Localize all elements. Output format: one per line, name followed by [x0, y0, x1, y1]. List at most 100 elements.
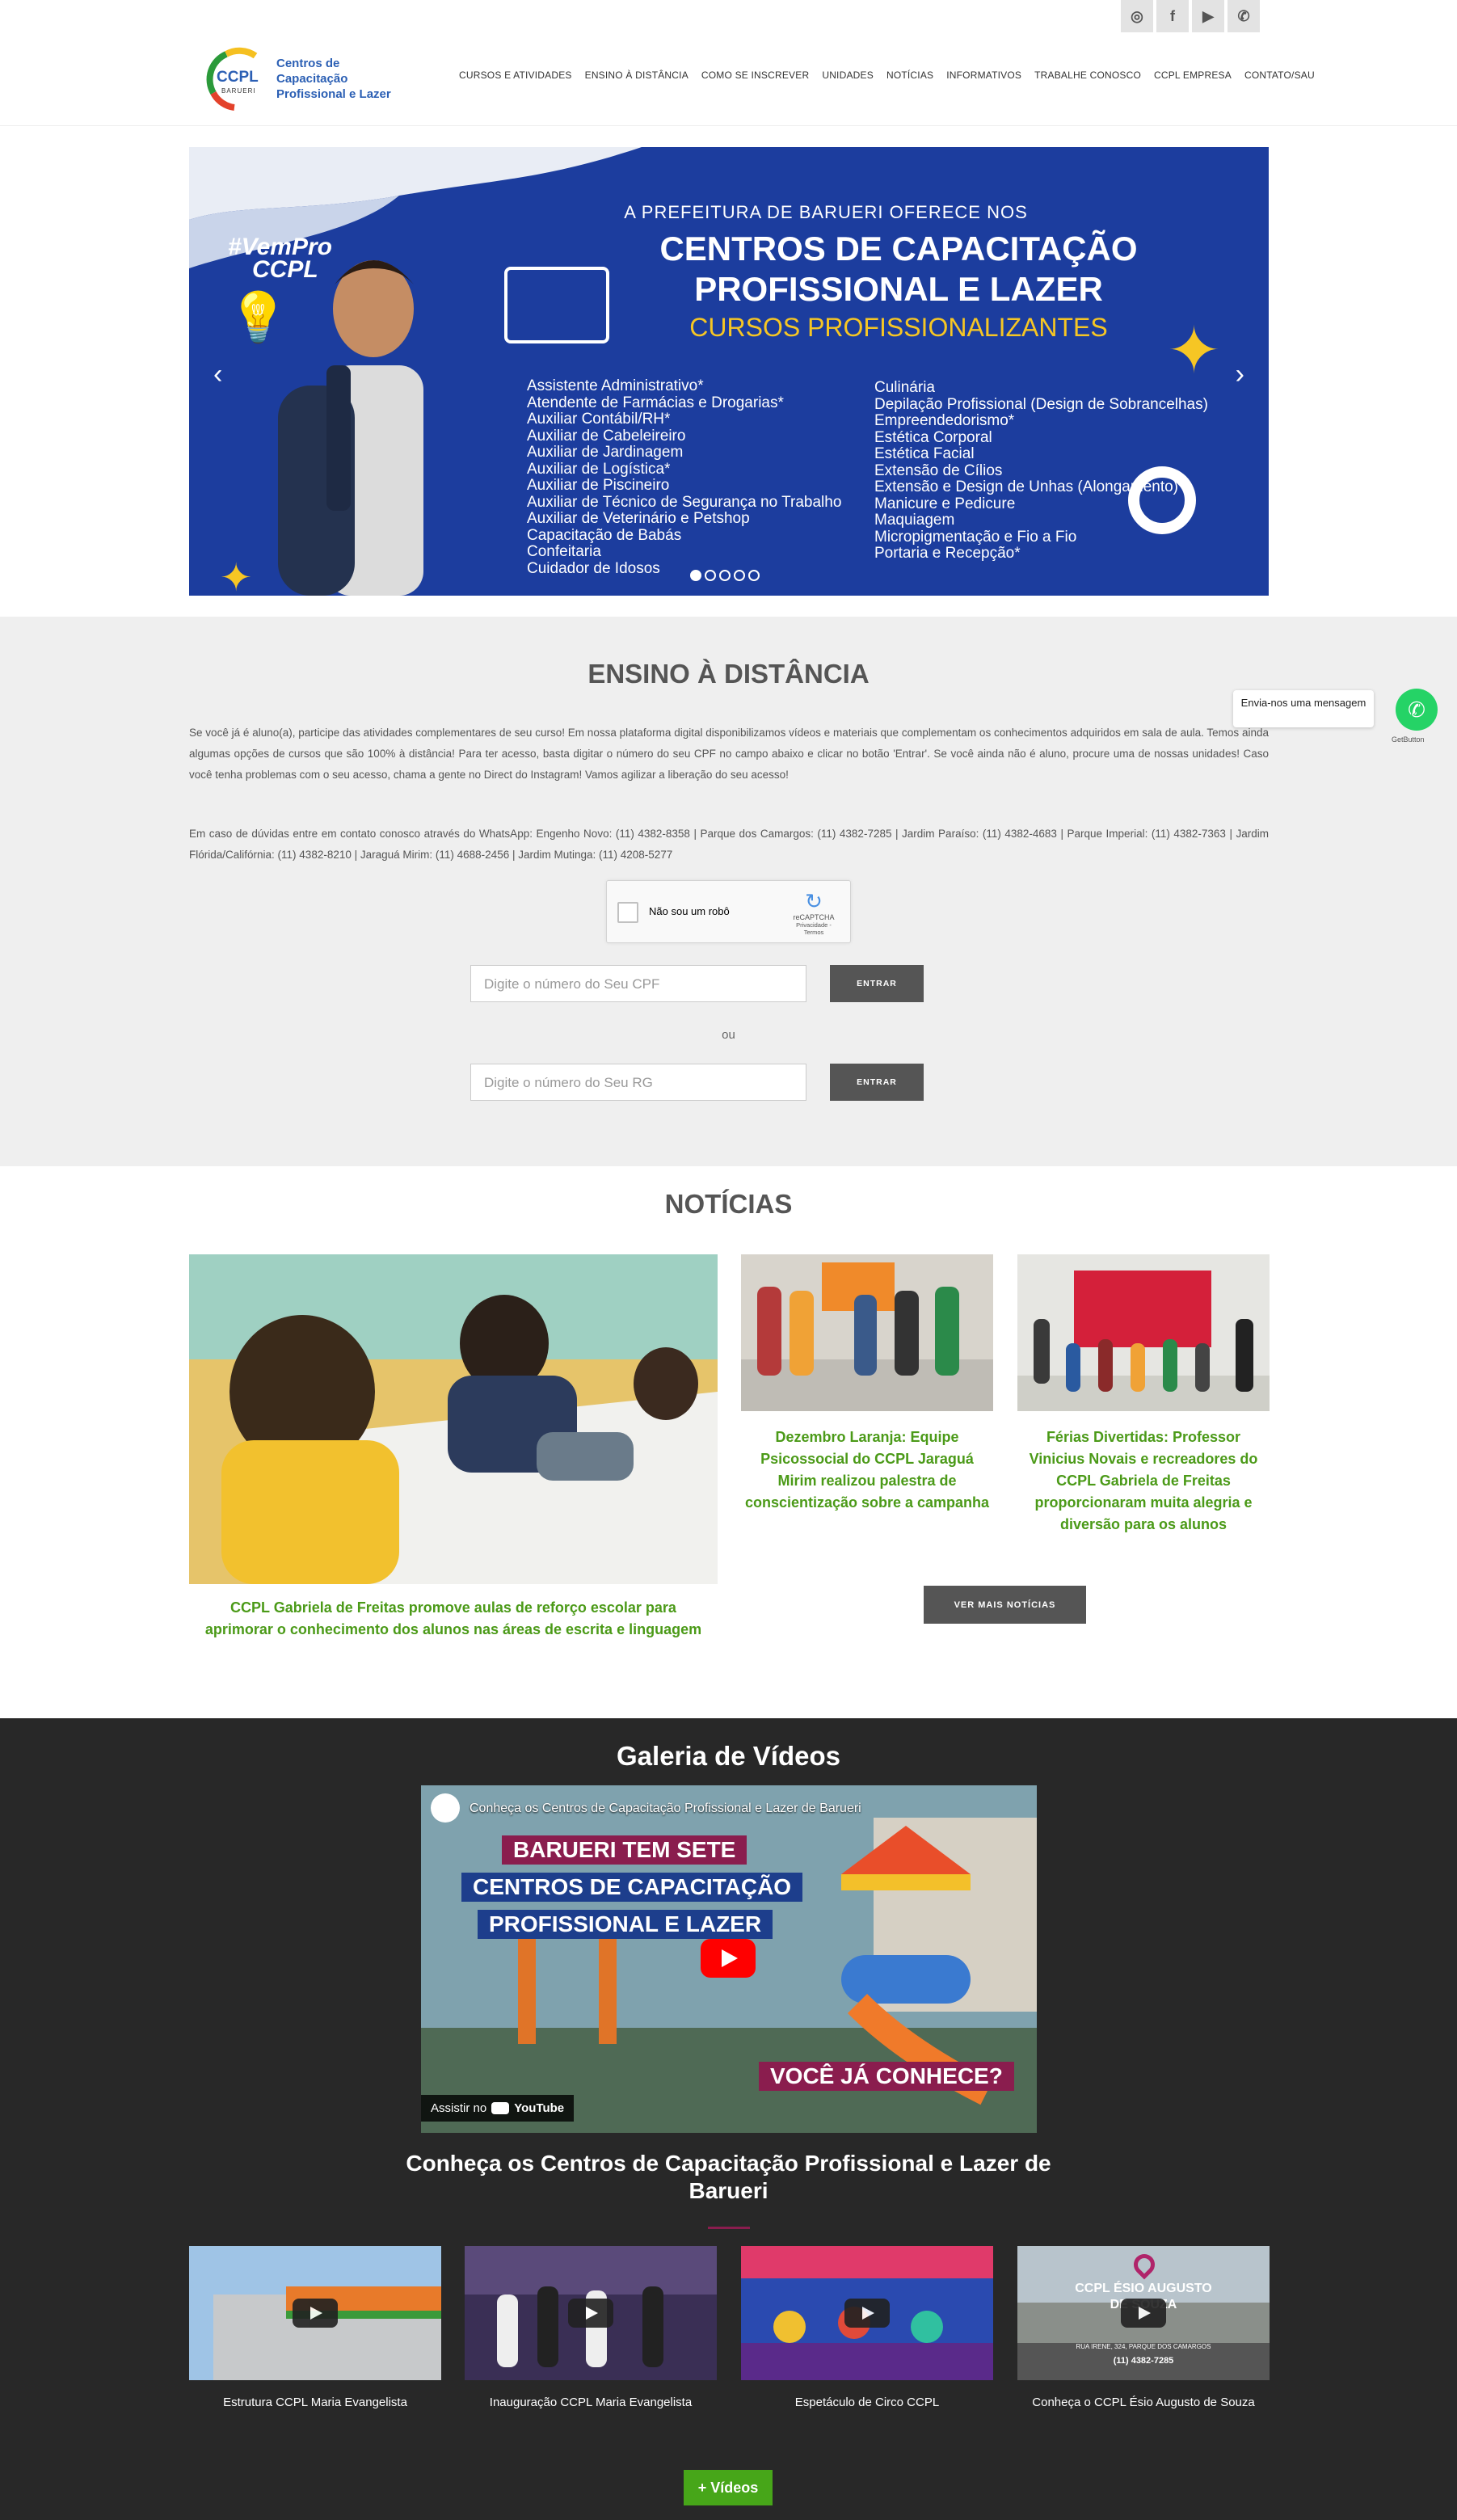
recaptcha-widget[interactable]: Não sou um robô ↻ reCAPTCHA Privacidade … — [606, 880, 851, 943]
header-divider — [0, 125, 1457, 126]
logo-mark: CCPL BARUERI — [202, 44, 270, 112]
logo-text: Centros de Capacitação Profissional e La… — [276, 56, 404, 102]
news-image-2[interactable] — [741, 1254, 993, 1411]
course-list-left: Assistente Administrativo* Atendente de … — [527, 377, 841, 577]
course-item: Auxiliar de Veterinário e Petshop — [527, 510, 750, 527]
course-list-right: Culinária Depilação Profissional (Design… — [874, 379, 1208, 563]
player-banner-3: PROFISSIONAL E LAZER — [478, 1910, 773, 1939]
video-caption-2[interactable]: Inauguração CCPL Maria Evangelista — [465, 2396, 717, 2409]
whatsapp-tooltip[interactable]: Envia-nos uma mensagem — [1233, 690, 1374, 727]
ead-title: ENSINO À DISTÂNCIA — [587, 659, 870, 689]
player-logo — [431, 1793, 460, 1823]
nav-como-inscrever[interactable]: COMO SE INSCREVER — [695, 70, 815, 81]
youtube-icon[interactable]: ▶ — [1192, 0, 1224, 32]
course-item: Assistente Administrativo* — [527, 377, 704, 394]
nav-unidades[interactable]: UNIDADES — [815, 70, 880, 81]
watch-on-youtube[interactable]: Assistir no YouTube — [421, 2095, 575, 2122]
slider-dot[interactable] — [734, 570, 745, 581]
thumb-play-icon[interactable] — [293, 2299, 338, 2328]
recaptcha-checkbox[interactable] — [617, 902, 638, 923]
video-thumb-4[interactable]: CCPL ÉSIO AUGUSTO DE SOUZA RUA IRENE, 32… — [1017, 2246, 1270, 2380]
thumb4-overlay-1: CCPL ÉSIO AUGUSTO — [1075, 2282, 1212, 2295]
course-item: Culinária — [874, 379, 935, 396]
nav-contato[interactable]: CONTATO/SAU — [1238, 70, 1321, 81]
sparkle-icon-small: ✦ — [220, 557, 253, 596]
course-item: Depilação Profissional (Design de Sobran… — [874, 395, 1208, 413]
course-item: Extensão de Cílios — [874, 461, 1003, 479]
recaptcha-label: Não sou um robô — [649, 905, 730, 917]
nav-noticias[interactable]: NOTÍCIAS — [880, 70, 940, 81]
recaptcha-links[interactable]: Privacidade - Termos — [785, 921, 842, 936]
whatsapp-float-icon[interactable]: ✆ — [1396, 689, 1438, 731]
video-thumb-2[interactable] — [465, 2246, 717, 2380]
nav-trabalhe-conosco[interactable]: TRABALHE CONOSCO — [1028, 70, 1147, 81]
nav-ensino-distancia[interactable]: ENSINO À DISTÂNCIA — [579, 70, 695, 81]
video-caption-4[interactable]: Conheça o CCPL Ésio Augusto de Souza — [1017, 2396, 1270, 2409]
nav-cursos[interactable]: CURSOS E ATIVIDADES — [453, 70, 579, 81]
player-banner-2: CENTROS DE CAPACITAÇÃO — [461, 1873, 803, 1902]
site-logo[interactable]: CCPL BARUERI Centros de Capacitação Prof… — [202, 42, 404, 115]
course-item: Manicure e Pedicure — [874, 495, 1016, 512]
facebook-icon[interactable]: f — [1156, 0, 1189, 32]
video-caption-3[interactable]: Espetáculo de Circo CCPL — [741, 2396, 993, 2409]
course-item: Cuidador de Idosos — [527, 559, 660, 577]
title-underline — [708, 2227, 750, 2229]
more-news-button[interactable]: VER MAIS NOTÍCIAS — [924, 1586, 1086, 1624]
slider-dot[interactable] — [719, 570, 731, 581]
page: ◎ f ▶ ✆ CCPL BARUERI Centros de Capacita… — [0, 0, 1457, 2520]
video-caption-1[interactable]: Estrutura CCPL Maria Evangelista — [189, 2396, 441, 2409]
player-banner-1: BARUERI TEM SETE — [502, 1835, 747, 1865]
or-separator: ou — [722, 1028, 735, 1042]
slider-dot[interactable] — [748, 570, 760, 581]
news-photo-2 — [741, 1254, 993, 1411]
course-item: Auxiliar de Piscineiro — [527, 477, 670, 494]
player-video-title[interactable]: Conheça os Centros de Capacitação Profis… — [470, 1802, 861, 1816]
thumb-play-icon[interactable] — [1121, 2299, 1166, 2328]
news-title-2[interactable]: Dezembro Laranja: Equipe Psicossocial do… — [741, 1426, 993, 1514]
course-item: Auxiliar Contábil/RH* — [527, 411, 671, 428]
nav-informativos[interactable]: INFORMATIVOS — [940, 70, 1028, 81]
ead-paragraph-1: Se você já é aluno(a), participe das ati… — [189, 727, 1269, 781]
player-banner-4: VOCÊ JÁ CONHECE? — [759, 2062, 1014, 2091]
slider-prev-icon[interactable]: ‹ — [213, 359, 222, 390]
logo-abbr: CCPL — [217, 69, 259, 86]
video-gallery-title: Galeria de Vídeos — [617, 1741, 840, 1771]
video-player[interactable]: Conheça os Centros de Capacitação Profis… — [421, 1785, 1037, 2133]
slider-next-icon[interactable]: › — [1236, 359, 1244, 390]
video-thumb-3[interactable] — [741, 2246, 993, 2380]
instagram-icon[interactable]: ◎ — [1121, 0, 1153, 32]
course-item: Auxiliar de Logística* — [527, 460, 671, 478]
main-nav: CURSOS E ATIVIDADES ENSINO À DISTÂNCIA C… — [453, 70, 1321, 81]
course-item: Micropigmentação e Fio a Fio — [874, 528, 1077, 546]
thumb4-phone: (11) 4382-7285 — [1113, 2356, 1174, 2366]
thumb-play-icon[interactable] — [844, 2299, 890, 2328]
youtube-play-icon[interactable] — [701, 1939, 756, 1978]
thumb-play-icon[interactable] — [568, 2299, 613, 2328]
featured-video-title: Conheça os Centros de Capacitação Profis… — [406, 2151, 1051, 2203]
rg-input[interactable]: Digite o número do Seu RG — [470, 1064, 806, 1101]
news-main-image[interactable] — [189, 1254, 718, 1584]
news-title-3[interactable]: Férias Divertidas: Professor Vinicius No… — [1017, 1426, 1270, 1536]
news-image-3[interactable] — [1017, 1254, 1270, 1411]
getbutton-caption[interactable]: GetButton — [1392, 735, 1425, 744]
course-item: Capacitação de Babás — [527, 526, 682, 544]
cpf-enter-button[interactable]: ENTRAR — [830, 965, 924, 1002]
watch-on-label: Assistir no — [431, 2101, 487, 2115]
hero-slider[interactable]: #VemPro CCPL 💡 ✦ ✦ A PREFEITURA DE BARUE… — [189, 147, 1269, 596]
video-thumb-1[interactable] — [189, 2246, 441, 2380]
course-item: Auxiliar de Jardinagem — [527, 444, 684, 461]
banner-title-2: PROFISSIONAL E LAZER — [694, 270, 1103, 308]
news-photo-3 — [1017, 1254, 1270, 1411]
course-item: Extensão e Design de Unhas (Alongamento) — [874, 478, 1179, 495]
whatsapp-icon[interactable]: ✆ — [1228, 0, 1260, 32]
course-item: Maquiagem — [874, 512, 955, 529]
rg-enter-button[interactable]: ENTRAR — [830, 1064, 924, 1101]
slider-dot[interactable] — [690, 570, 701, 581]
youtube-label: YouTube — [514, 2101, 565, 2115]
more-videos-button[interactable]: + Vídeos — [684, 2470, 773, 2505]
news-title-1[interactable]: CCPL Gabriela de Freitas promove aulas d… — [202, 1597, 705, 1641]
cpf-input[interactable]: Digite o número do Seu CPF — [470, 965, 806, 1002]
nav-ccpl-empresa[interactable]: CCPL EMPRESA — [1147, 70, 1238, 81]
slider-dot[interactable] — [705, 570, 716, 581]
banner-title-1: CENTROS DE CAPACITAÇÃO — [659, 230, 1138, 268]
